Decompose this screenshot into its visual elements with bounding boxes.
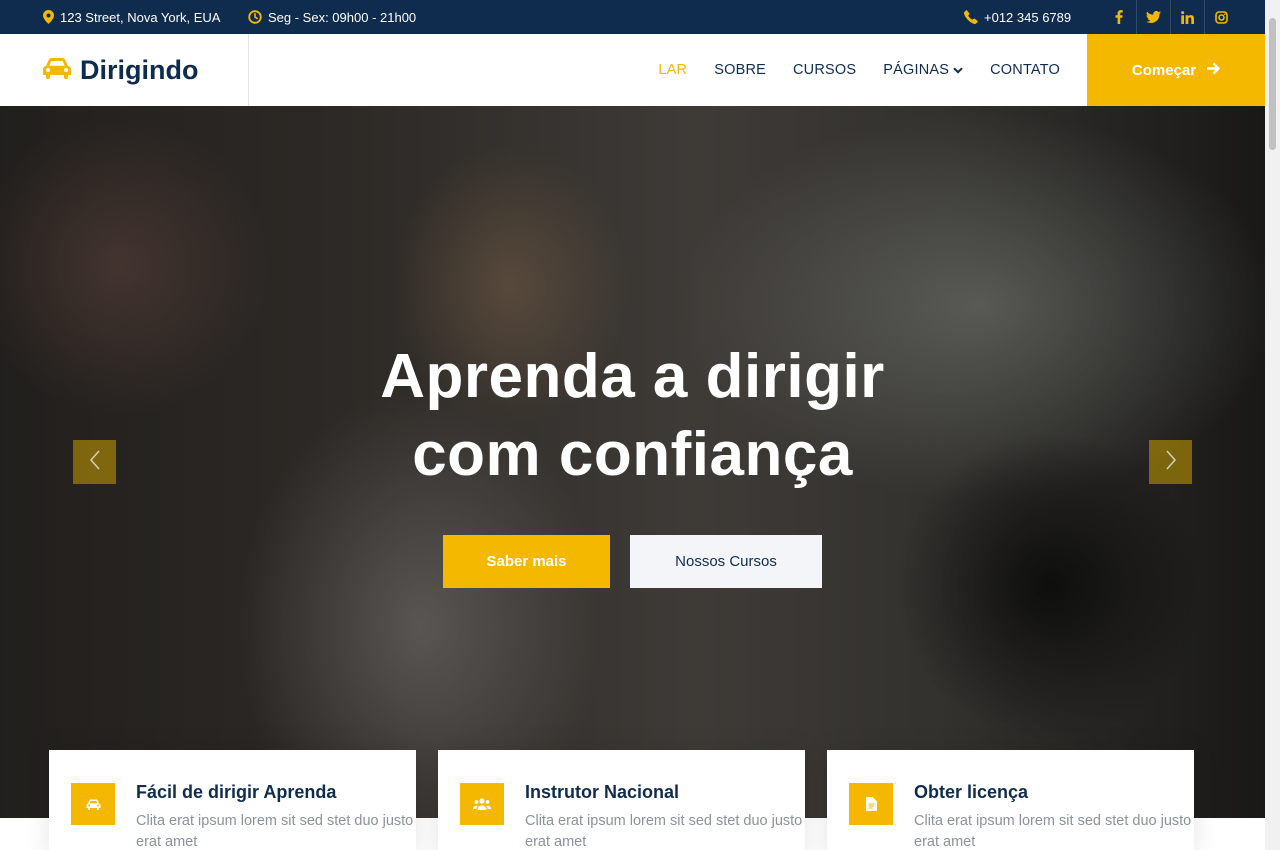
users-icon [460,783,504,825]
car-icon [42,57,72,84]
learn-more-button[interactable]: Saber mais [443,535,610,588]
feature-title: Instrutor Nacional [525,782,680,802]
navbar: Dirigindo LAR SOBRE CURSOS PÁGINAS CONTA… [0,34,1265,106]
hero-title-line-1: Aprenda a dirigir [380,342,885,411]
car-icon [71,783,115,825]
feature-card: Obter licença Clita erat ipsum lorem sit… [827,750,1194,850]
brand-name: Dirigindo [80,54,199,85]
brand-logo[interactable]: Dirigindo [0,34,249,106]
feature-title: Fácil de dirigir Aprenda [136,782,337,802]
page: 123 Street, Nova York, EUA Seg - Sex: 09… [0,0,1280,850]
phone-icon [964,10,978,24]
nav-item-sobre[interactable]: SOBRE [714,62,766,78]
feature-cards: Fácil de dirigir Aprenda Clita erat ipsu… [49,750,1194,850]
feature-card: Fácil de dirigir Aprenda Clita erat ipsu… [49,750,416,850]
facebook-icon[interactable] [1102,0,1136,34]
nav-item-paginas[interactable]: PÁGINAS [883,62,963,78]
chevron-right-icon [1165,449,1177,476]
feature-title: Obter licença [914,782,1029,802]
nav-item-paginas-label: PÁGINAS [883,62,950,78]
scrollbar[interactable] [1265,0,1280,850]
feature-card: Instrutor Nacional Clita erat ipsum lore… [438,750,805,850]
chevron-down-icon [953,62,963,78]
hours-text: Seg - Sex: 09h00 - 21h00 [268,9,417,25]
feature-text: Clita erat ipsum lorem sit sed stet duo … [525,813,803,850]
address-text: 123 Street, Nova York, EUA [60,9,221,25]
top-bar: 123 Street, Nova York, EUA Seg - Sex: 09… [0,0,1265,34]
nav-item-cursos[interactable]: CURSOS [793,62,856,78]
chevron-left-icon [89,449,101,476]
carousel-next-button[interactable] [1149,440,1192,484]
linkedin-icon[interactable] [1170,0,1204,34]
our-courses-button[interactable]: Nossos Cursos [630,535,822,588]
address-info: 123 Street, Nova York, EUA [43,0,220,34]
start-button-label: Começar [1131,61,1197,79]
hours-info: Seg - Sex: 09h00 - 21h00 [248,0,416,34]
scrollbar-thumb[interactable] [1269,18,1276,150]
instagram-icon[interactable] [1204,0,1238,34]
hero-buttons: Saber mais Nossos Cursos [0,535,1265,588]
social-links [1102,0,1238,34]
nav-item-lar[interactable]: LAR [658,62,687,78]
clock-icon [248,10,262,24]
twitter-icon[interactable] [1136,0,1170,34]
nav-item-contato[interactable]: CONTATO [990,62,1060,78]
hero-title: Aprenda a dirigir com confiança [0,338,1265,494]
arrow-right-icon [1206,62,1220,79]
map-marker-icon [43,10,54,24]
carousel-prev-button[interactable] [73,440,116,484]
file-icon [849,783,893,825]
phone-info: +012 345 6789 [964,0,1071,34]
main-menu: LAR SOBRE CURSOS PÁGINAS CONTATO [631,34,1060,106]
feature-text: Clita erat ipsum lorem sit sed stet duo … [914,813,1192,850]
phone-text[interactable]: +012 345 6789 [984,10,1071,25]
hero-carousel: Aprenda a dirigir com confiança Saber ma… [0,106,1265,818]
start-button[interactable]: Começar [1087,34,1265,106]
feature-text: Clita erat ipsum lorem sit sed stet duo … [136,813,414,850]
hero-title-line-2: com confiança [412,420,853,489]
